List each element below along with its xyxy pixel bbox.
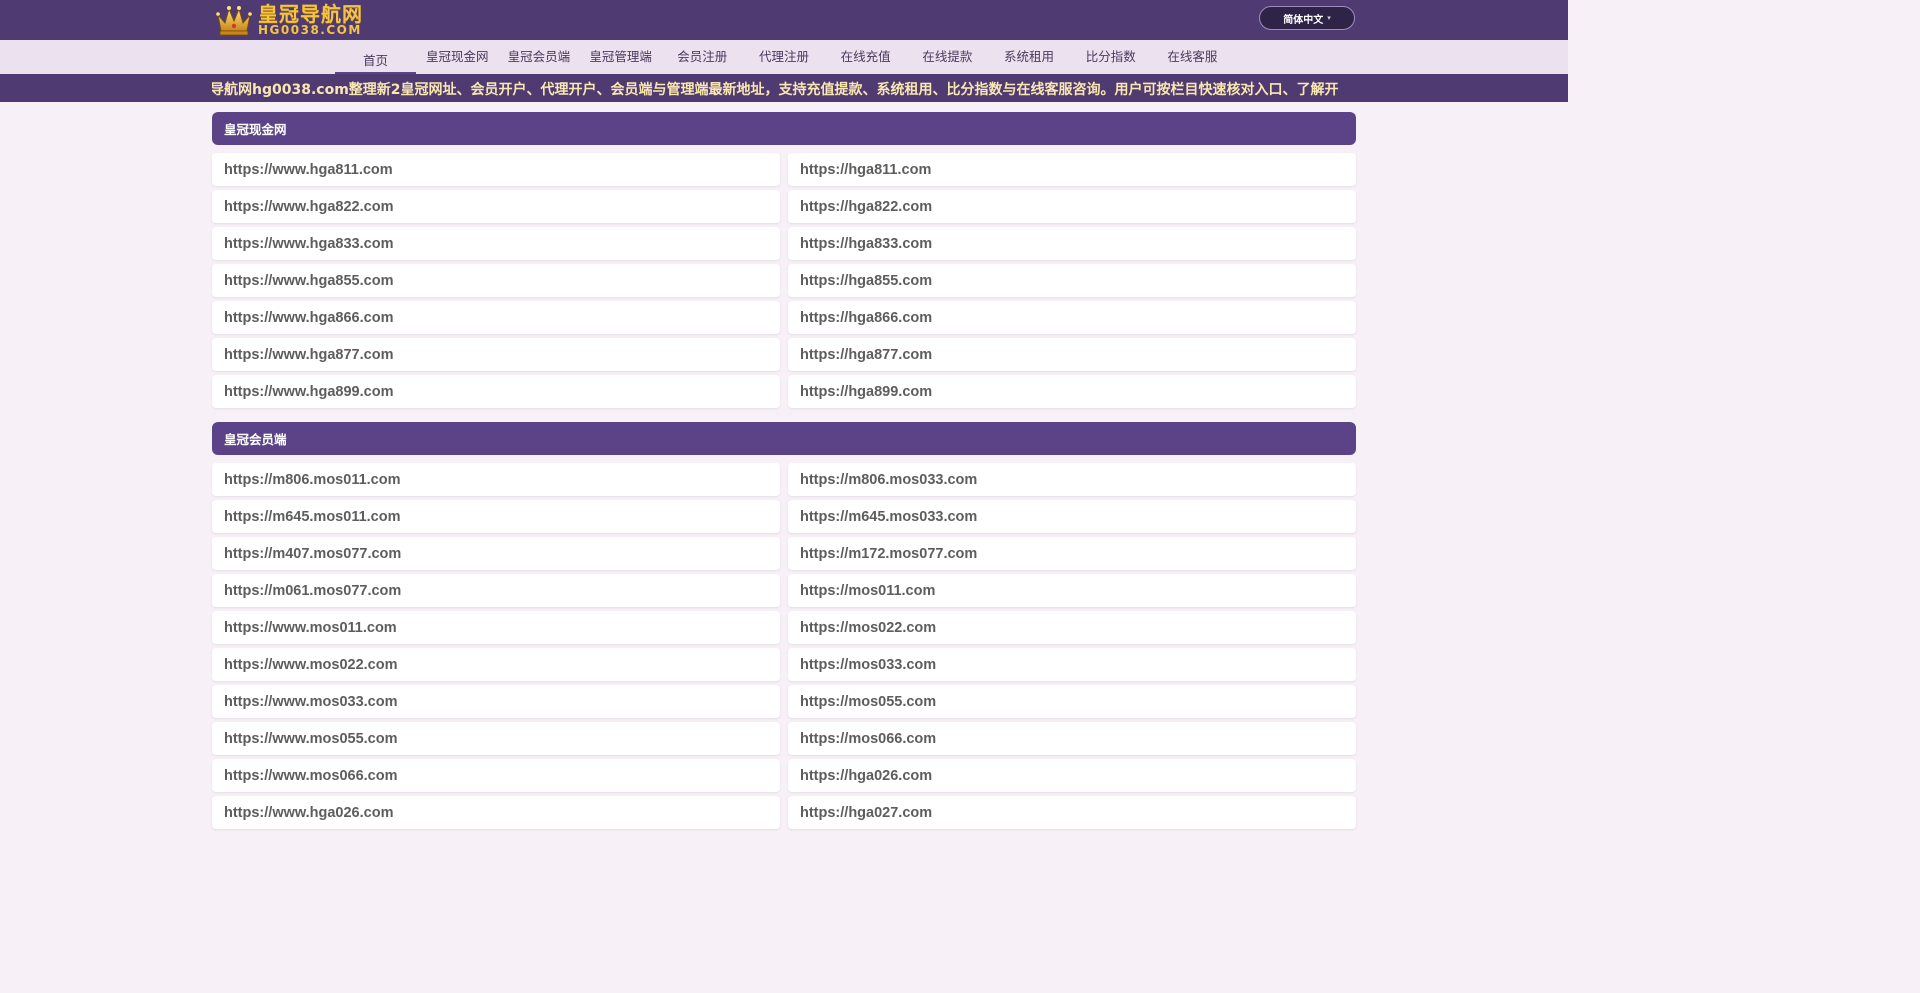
link-item[interactable]: https://hga866.com: [788, 301, 1356, 334]
link-item[interactable]: https://hga822.com: [788, 190, 1356, 223]
chevron-down-icon: ▾: [1327, 14, 1331, 22]
link-item[interactable]: https://mos033.com: [788, 648, 1356, 681]
link-item[interactable]: https://www.mos066.com: [212, 759, 780, 792]
link-item[interactable]: https://hga027.com: [788, 796, 1356, 829]
link-item[interactable]: https://www.hga877.com: [212, 338, 780, 371]
nav-item-cash[interactable]: 皇冠现金网: [416, 46, 498, 74]
nav-item-admin[interactable]: 皇冠管理端: [580, 46, 662, 74]
main-content: 皇冠现金网 https://www.hga811.com https://hga…: [212, 112, 1356, 829]
link-item[interactable]: https://mos011.com: [788, 574, 1356, 607]
nav-item-customer-service[interactable]: 在线客服: [1152, 46, 1234, 74]
nav-item-deposit[interactable]: 在线充值: [825, 46, 907, 74]
link-item[interactable]: https://www.mos033.com: [212, 685, 780, 718]
link-item[interactable]: https://m407.mos077.com: [212, 537, 780, 570]
link-item[interactable]: https://www.hga855.com: [212, 264, 780, 297]
link-grid-member: https://m806.mos011.com https://m806.mos…: [212, 463, 1356, 829]
link-item[interactable]: https://hga026.com: [788, 759, 1356, 792]
link-item[interactable]: https://www.hga811.com: [212, 153, 780, 186]
nav-item-member[interactable]: 皇冠会员端: [498, 46, 580, 74]
nav-item-system-rental[interactable]: 系统租用: [988, 46, 1070, 74]
link-item[interactable]: https://m806.mos033.com: [788, 463, 1356, 496]
link-item[interactable]: https://hga899.com: [788, 375, 1356, 408]
section-title-cash: 皇冠现金网: [212, 112, 1356, 145]
link-item[interactable]: https://www.mos022.com: [212, 648, 780, 681]
announcement-ticker: 皇冠导航网hg0038.com整理新2皇冠网址、会员开户、代理开户、会员端与管理…: [0, 74, 1568, 102]
link-item[interactable]: https://hga833.com: [788, 227, 1356, 260]
ticker-text: 皇冠导航网hg0038.com整理新2皇冠网址、会员开户、代理开户、会员端与管理…: [212, 82, 1339, 98]
link-grid-cash: https://www.hga811.com https://hga811.co…: [212, 153, 1356, 408]
link-item[interactable]: https://www.hga833.com: [212, 227, 780, 260]
logo-title: 皇冠导航网: [258, 2, 363, 26]
site-logo[interactable]: 皇冠导航网 HG0038.COM: [214, 2, 374, 38]
nav-item-withdraw[interactable]: 在线提款: [907, 46, 989, 74]
nav-item-agent-register[interactable]: 代理注册: [743, 46, 825, 74]
link-item[interactable]: https://www.hga899.com: [212, 375, 780, 408]
top-bar: 皇冠导航网 HG0038.COM 简体中文 ▾: [0, 0, 1568, 40]
nav-item-home[interactable]: 首页: [334, 42, 417, 74]
link-item[interactable]: https://www.mos011.com: [212, 611, 780, 644]
link-item[interactable]: https://hga811.com: [788, 153, 1356, 186]
link-item[interactable]: https://www.hga026.com: [212, 796, 780, 829]
nav-item-member-register[interactable]: 会员注册: [661, 46, 743, 74]
link-item[interactable]: https://hga877.com: [788, 338, 1356, 371]
main-nav: 首页 皇冠现金网 皇冠会员端 皇冠管理端 会员注册 代理注册 在线充值 在线提款…: [0, 40, 1568, 74]
language-select-button[interactable]: 简体中文 ▾: [1259, 6, 1355, 30]
link-item[interactable]: https://www.mos055.com: [212, 722, 780, 755]
section-title-member: 皇冠会员端: [212, 422, 1356, 455]
link-item[interactable]: https://m806.mos011.com: [212, 463, 780, 496]
link-item[interactable]: https://m172.mos077.com: [788, 537, 1356, 570]
language-label: 简体中文: [1283, 14, 1324, 26]
crown-icon: [216, 6, 252, 36]
link-item[interactable]: https://mos055.com: [788, 685, 1356, 718]
nav-item-score-index[interactable]: 比分指数: [1070, 46, 1152, 74]
link-item[interactable]: https://m061.mos077.com: [212, 574, 780, 607]
link-item[interactable]: https://www.hga822.com: [212, 190, 780, 223]
link-item[interactable]: https://hga855.com: [788, 264, 1356, 297]
link-item[interactable]: https://www.hga866.com: [212, 301, 780, 334]
link-item[interactable]: https://m645.mos011.com: [212, 500, 780, 533]
link-item[interactable]: https://mos022.com: [788, 611, 1356, 644]
link-item[interactable]: https://mos066.com: [788, 722, 1356, 755]
link-item[interactable]: https://m645.mos033.com: [788, 500, 1356, 533]
logo-domain: HG0038.COM: [258, 23, 362, 37]
